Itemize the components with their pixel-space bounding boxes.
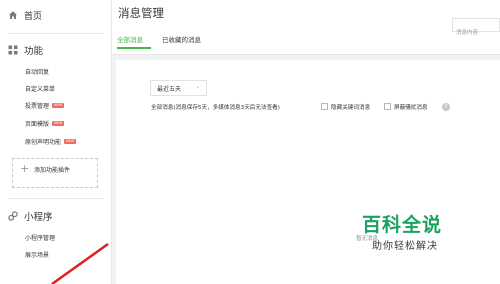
red-arrow-annotation: [51, 242, 109, 284]
